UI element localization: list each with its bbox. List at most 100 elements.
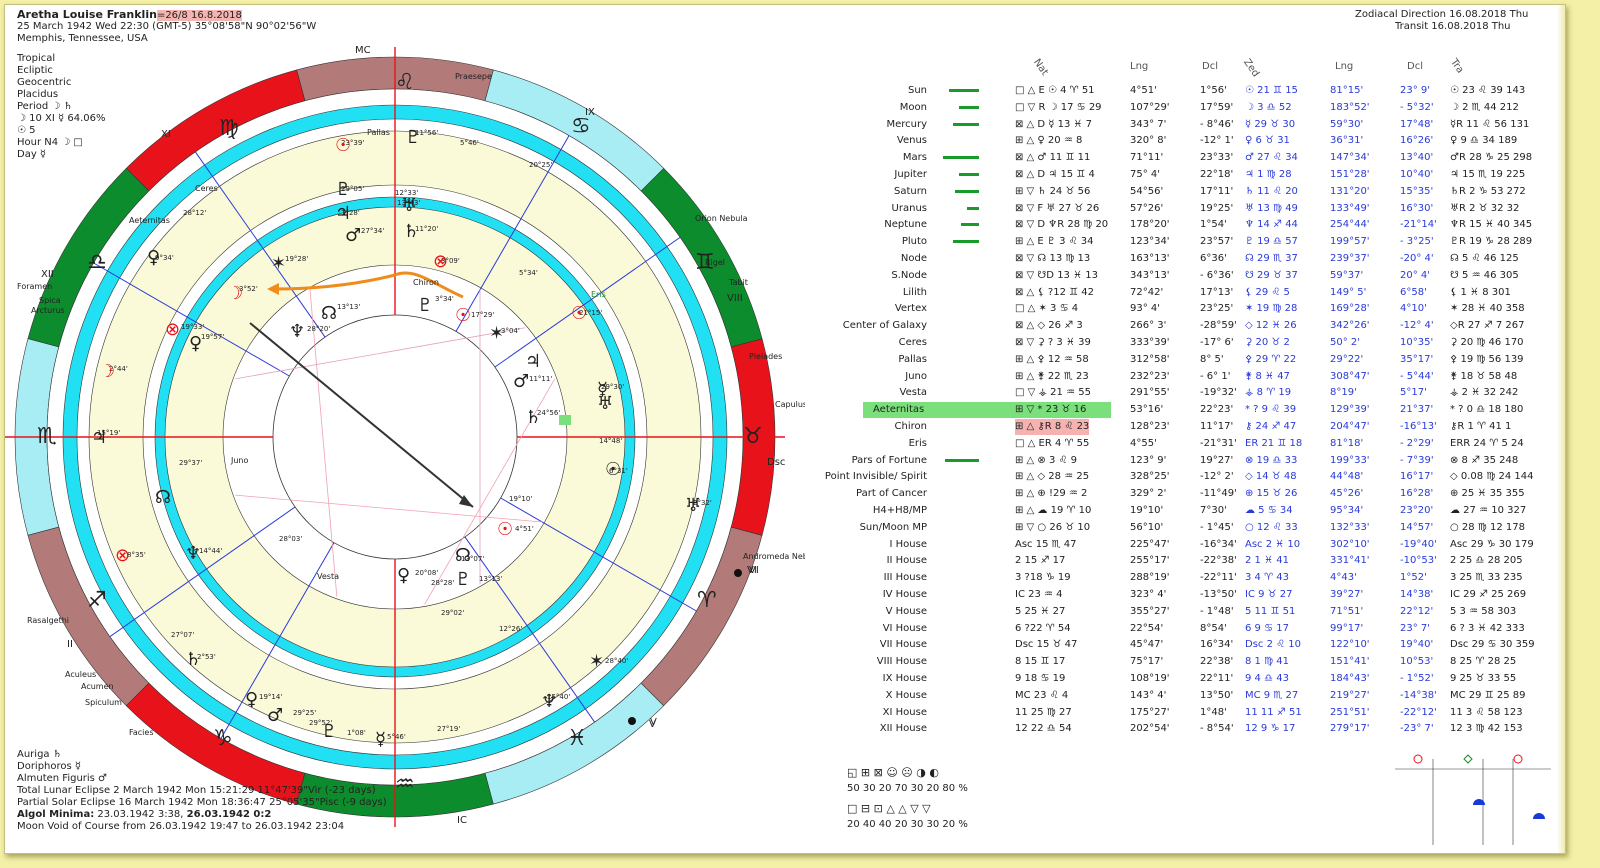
table-row[interactable]: Saturn ⊞ ▽ ♄ 24 ♉ 56 54°56' 17°11' ♄ 11 ♌ 20…: [805, 184, 1565, 200]
degree-label: 28°12': [183, 209, 206, 217]
highlight-marker: [559, 415, 571, 425]
table-row[interactable]: Sun/Moon MP ⊞ ▽ ○ 26 ♉ 10 56°10' - 1°45' ○ 1…: [805, 520, 1565, 536]
degree-label: 19°57': [201, 333, 224, 341]
table-row[interactable]: Eris □ △ ER 4 ♈ 55 4°55' -21°31' ER 21 ♊ 18 8…: [805, 436, 1565, 452]
cell-lng: 333°39': [1130, 337, 1170, 348]
cell-zed: 3 4 ♈ 43: [1245, 572, 1289, 584]
table-row[interactable]: V House 5 25 ♓ 27 355°27' - 1°48' 5 11 ♊ 51 7…: [805, 604, 1565, 620]
cell-zed: ER 21 ♊ 18: [1245, 437, 1303, 449]
table-row[interactable]: Lilith ⊠ △ ⚸ ?12 ♊ 42 72°42' 17°13' ⚸ 29 ♌ 5…: [805, 285, 1565, 301]
table-row[interactable]: Pallas ⊞ △ ⚴ 12 ♒ 58 312°58' 8° 5' ⚴ 29 ♈ 22…: [805, 352, 1565, 368]
cell-lng: 320° 8': [1130, 135, 1167, 147]
table-row[interactable]: S.Node ⊠ ▽ ☋D 13 ♓ 13 343°13' - 6°36' ☋ 29 ♉…: [805, 268, 1565, 284]
cell-label: Ceres: [898, 337, 927, 348]
table-row[interactable]: Mercury ⊠ △ D ☿ 13 ♓ 7 343° 7' - 8°46' ☿ 29 …: [805, 117, 1565, 133]
table-row[interactable]: Node ⊠ ▽ ☊ 13 ♍ 13 163°13' 6°36' ☊ 29 ♏ 37 23…: [805, 251, 1565, 267]
degree-label: 20°08': [415, 569, 438, 577]
cell-dcl: - 1°48': [1200, 605, 1234, 617]
table-row[interactable]: Vertex □ △ ✶ 3 ♋ 4 93° 4' 23°25' ✶ 19 ♍ 28 16…: [805, 301, 1565, 317]
col-header-zlng: Lng: [1335, 61, 1354, 72]
cell-dcl: 13°50': [1200, 689, 1234, 701]
degree-label: 28°40': [605, 657, 628, 665]
table-row[interactable]: Juno ⊞ △ ⚵ 22 ♏ 23 232°23' - 6° 1' ⚵ 8 ♓ 47 3…: [805, 369, 1565, 385]
cell-zdcl: -23° 7': [1400, 723, 1434, 735]
table-row[interactable]: Jupiter ⊠ △ D ♃ 15 ♊ 4 75° 4' 22°18' ♃ 1 ♍ 2…: [805, 167, 1565, 183]
table-row[interactable]: Moon □ ▽ R ☽ 17 ♋ 29 107°29' 17°59' ☽ 3 ♎ 52…: [805, 100, 1565, 116]
body-label: Vesta: [317, 572, 339, 581]
cell-zdcl: 10°53': [1400, 656, 1434, 668]
cell-zed: ◇ 14 ♉ 48: [1245, 471, 1297, 483]
table-row[interactable]: Neptune ⊠ ▽ D ♆R 28 ♍ 20 178°20' 1°54' ♆ 14 …: [805, 217, 1565, 233]
cell-zlng: 279°17': [1330, 723, 1370, 735]
cell-zlng: 302°10': [1330, 538, 1370, 550]
cell-label: VIII House: [876, 656, 927, 668]
cell-zed: ◇ 12 ♓ 26: [1245, 320, 1297, 332]
cell-zdcl: 14°57': [1400, 521, 1434, 533]
table-row[interactable]: Vesta □ ▽ ⚶ 21 ♒ 55 291°55' -19°32' ⚶ 8 ♈ 19…: [805, 385, 1565, 401]
cell-dcl: 17°59': [1200, 101, 1234, 113]
degree-label: 13°13': [337, 303, 360, 311]
zodiac-glyph: ♉: [743, 424, 763, 449]
cell-label: H4+H8/MP: [872, 505, 927, 516]
cell-zed: ⚵ 8 ♓ 47: [1245, 370, 1290, 382]
table-row[interactable]: Center of Galaxy ⊠ △ ◇ 26 ♐ 3 266° 3' -28°5…: [805, 318, 1565, 334]
cell-zlng: 251°51': [1330, 706, 1370, 718]
table-row[interactable]: Mars ⊠ △ ♂ 11 ♊ 11 71°11' 23°33' ♂ 27 ♌ 34 14…: [805, 150, 1565, 166]
strength-bar: [959, 173, 979, 176]
cell-lng: 4°51': [1130, 85, 1157, 96]
cell-zed: 2 1 ♓ 41: [1245, 555, 1289, 567]
cell-label: Venus: [896, 135, 927, 147]
cell-nat: ⊞ △ ⊗ 3 ♌ 9: [1015, 454, 1078, 466]
cell-dcl: - 8°46': [1200, 118, 1234, 130]
table-row[interactable]: VIII House 8 15 ♊ 17 75°17' 22°38' 8 1 ♍ 41 1…: [805, 654, 1565, 670]
cell-zdcl: - 2°29': [1400, 437, 1434, 449]
table-row[interactable]: II House 2 15 ♐ 17 255°17' -22°38' 2 1 ♓ 41 3…: [805, 553, 1565, 569]
house-roman-label-v-marker: V: [649, 719, 656, 730]
cell-tra: ◇R 27 ♐ 7 267: [1450, 320, 1525, 332]
table-row[interactable]: Venus ⊞ △ ♀ 20 ♒ 8 320° 8' -12° 1' ♀ 6 ♉ 31 3…: [805, 133, 1565, 149]
cell-zlng: 131°20': [1330, 185, 1370, 197]
cell-nat: ⊠ ▽ ⚳ ? 3 ♓ 39: [1015, 337, 1091, 348]
col-header-lng: Lng: [1130, 61, 1149, 72]
table-row[interactable]: X House MC 23 ♌ 4 143° 4' 13°50' MC 9 ♏ 27 21…: [805, 688, 1565, 704]
table-row[interactable]: Part of Cancer ⊞ △ ⊕ !29 ♒ 2 329° 2' -11°49…: [805, 486, 1565, 502]
table-row[interactable]: Chiron ⊞ △ ⚷R 8 ♌ 23 128°23' 11°17' ⚷ 24 ♐ 4…: [805, 419, 1565, 435]
strength-bar: [961, 223, 979, 227]
cell-dcl: -22°38': [1200, 555, 1237, 567]
table-row[interactable]: IX House 9 18 ♋ 19 108°19' 22°11' 9 4 ♎ 43 18…: [805, 671, 1565, 687]
table-row[interactable]: Sun □ △ E ☉ 4 ♈ 51 4°51' 1°56' ☉ 21 ♊ 15 81°1…: [805, 83, 1565, 99]
table-row[interactable]: VI House 6 ?22 ♈ 54 22°54' 8°54' 6 9 ♋ 17 99°…: [805, 621, 1565, 637]
cell-label: Mercury: [886, 118, 927, 130]
planet-glyph: ♆: [185, 543, 201, 564]
table-row[interactable]: III House 3 ?18 ♑ 19 288°19' -22°11' 3 4 ♈ 4…: [805, 570, 1565, 586]
planet-glyph: ✶: [271, 253, 286, 274]
table-row[interactable]: Pars of Fortune ⊞ △ ⊗ 3 ♌ 9 123° 9' 19°27' ⊗…: [805, 453, 1565, 469]
fixed-star-label: Foramen: [17, 282, 52, 291]
house-roman-label: XI: [161, 129, 171, 140]
cell-nat: ⊞ △ ☁ 19 ♈ 10: [1015, 505, 1092, 516]
cell-zdcl: -12° 4': [1400, 320, 1434, 332]
table-row[interactable]: I House Asc 15 ♏ 47 225°47' -16°34' Asc 2 ♓ …: [805, 537, 1565, 553]
table-row[interactable]: XII House 12 22 ♎ 54 202°54' - 8°54' 12 9 ♑ …: [805, 721, 1565, 737]
table-row[interactable]: XI House 11 25 ♍ 27 175°27' 1°48' 11 11 ♐ 51…: [805, 705, 1565, 721]
strength-bar: [967, 206, 979, 210]
cell-dcl: 1°54': [1200, 219, 1227, 231]
table-row[interactable]: IV House IC 23 ♒ 4 323° 4' -13°50' IC 9 ♉ 27…: [805, 587, 1565, 603]
cell-lng: 178°20': [1130, 219, 1170, 231]
auriga-line: Auriga ♄: [17, 749, 62, 760]
body-label: Ceres: [195, 184, 218, 193]
table-row[interactable]: Pluto ⊞ △ E ♇ 3 ♌ 34 123°34' 23°57' ♇ 19 ♎ 5…: [805, 234, 1565, 250]
table-row[interactable]: Uranus ⊠ ▽ F ♅ 27 ♉ 26 57°26' 19°25' ♅ 13 ♍ …: [805, 201, 1565, 217]
cell-nat: Asc 15 ♏ 47: [1015, 538, 1077, 550]
cell-lng: 72°42': [1130, 286, 1164, 298]
v-marker: [628, 717, 636, 725]
table-row[interactable]: Aeternitas ⊞ ▽ * 23 ♉ 16 53°16' 22°23' * ? 9…: [805, 402, 1565, 419]
cell-zdcl: 10°40': [1400, 169, 1434, 180]
cell-zdcl: 35°17': [1400, 353, 1434, 365]
table-row[interactable]: Ceres ⊠ ▽ ⚳ ? 3 ♓ 39 333°39' -17° 6' ⚳ 20 ♉ …: [805, 335, 1565, 351]
cell-lng: 123°34': [1130, 236, 1170, 248]
cell-dcl: 17°11': [1200, 185, 1234, 197]
table-row[interactable]: H4+H8/MP ⊞ △ ☁ 19 ♈ 10 19°10' 7°30' ☁ 5 ♋ 34…: [805, 503, 1565, 519]
table-row[interactable]: VII House Dsc 15 ♉ 47 45°47' 16°34' Dsc 2 ♌ …: [805, 637, 1565, 653]
table-row[interactable]: Point Invisible/ Spirit ⊞ △ ◇ 28 ♒ 25 328°…: [805, 469, 1565, 485]
